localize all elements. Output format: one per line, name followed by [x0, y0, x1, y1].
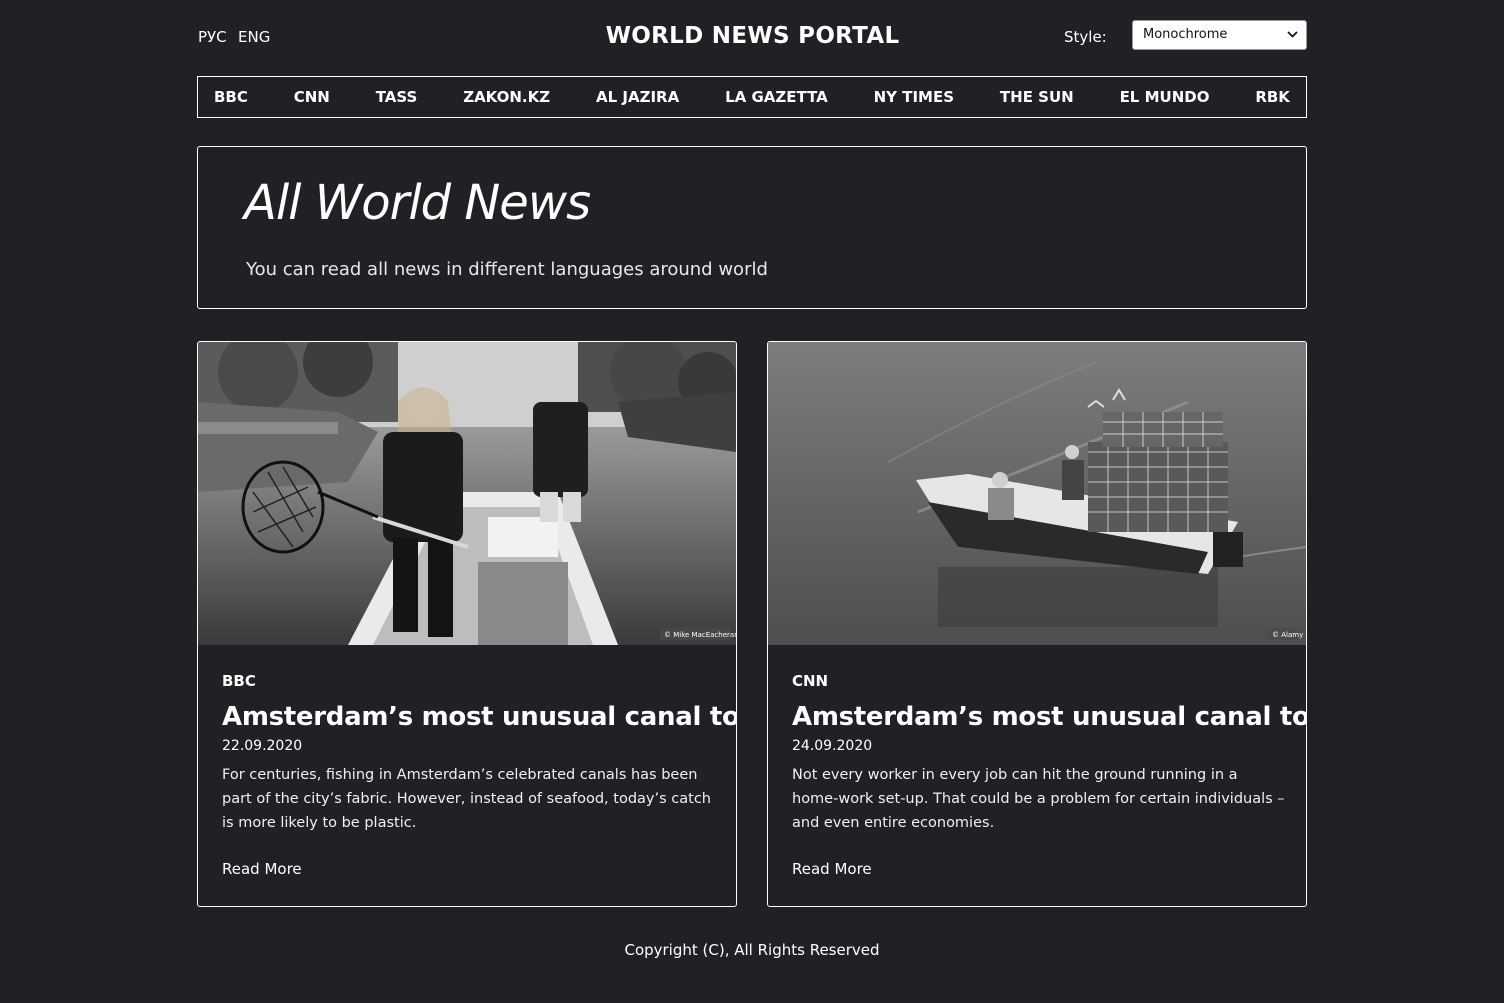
article-title[interactable]: Amsterdam’s most unusual canal tour [222, 702, 736, 732]
article-source: BBC [222, 672, 256, 690]
footer-copyright: Copyright (C), All Rights Reserved [624, 941, 880, 959]
article-image: © Alamy [768, 342, 1306, 645]
top-bar: РУС ENG WORLD NEWS PORTAL Style: Monochr… [198, 18, 1307, 54]
article-image: © Mike MacEacheran [198, 342, 736, 645]
nav-item-el-mundo[interactable]: EL MUNDO [1120, 88, 1210, 106]
chevron-down-icon [1287, 21, 1298, 59]
hero-title: All World News [244, 175, 591, 231]
image-credit: © Alamy [1272, 631, 1303, 639]
nav-item-ny-times[interactable]: NY TIMES [874, 88, 954, 106]
article-title[interactable]: Amsterdam’s most unusual canal tour [792, 702, 1306, 732]
nav-item-tass[interactable]: TASS [376, 88, 418, 106]
nav-item-al-jazira[interactable]: AL JAZIRA [596, 88, 679, 106]
page: РУС ENG WORLD NEWS PORTAL Style: Monochr… [0, 0, 1504, 1003]
language-english-link[interactable]: ENG [238, 28, 270, 46]
article-summary: For centuries, fishing in Amsterdam’s ce… [222, 767, 711, 831]
nav-item-cnn[interactable]: CNN [294, 88, 330, 106]
news-card: © Mike MacEacheran BBC Amsterdam’s most … [197, 341, 737, 907]
read-more-link[interactable]: Read More [792, 860, 872, 878]
article-summary: Not every worker in every job can hit th… [792, 767, 1285, 831]
article-source: CNN [792, 672, 829, 690]
news-card: © Alamy CNN Amsterdam’s most unusual can… [767, 341, 1307, 907]
style-select-value: Monochrome [1143, 27, 1228, 42]
nav-item-the-sun[interactable]: THE SUN [1000, 88, 1074, 106]
nav-item-bbc[interactable]: BBC [214, 88, 248, 106]
nav-item-zakon-kz[interactable]: ZAKON.KZ [463, 88, 550, 106]
hero-banner: All World News You can read all news in … [197, 146, 1307, 309]
language-russian-link[interactable]: РУС [198, 28, 227, 46]
image-credit: © Mike MacEacheran [664, 631, 736, 639]
nav-item-rbk[interactable]: RBK [1255, 88, 1290, 106]
article-date: 24.09.2020 [792, 738, 873, 754]
nav-item-la-gazetta[interactable]: LA GAZETTA [725, 88, 828, 106]
sources-nav: BBC CNN TASS ZAKON.KZ AL JAZIRA LA GAZET… [197, 76, 1307, 118]
style-label: Style: [1064, 28, 1107, 46]
read-more-link[interactable]: Read More [222, 860, 302, 878]
hero-subtitle: You can read all news in different langu… [246, 259, 768, 280]
article-date: 22.09.2020 [222, 738, 303, 754]
style-select[interactable]: Monochrome [1132, 20, 1307, 50]
